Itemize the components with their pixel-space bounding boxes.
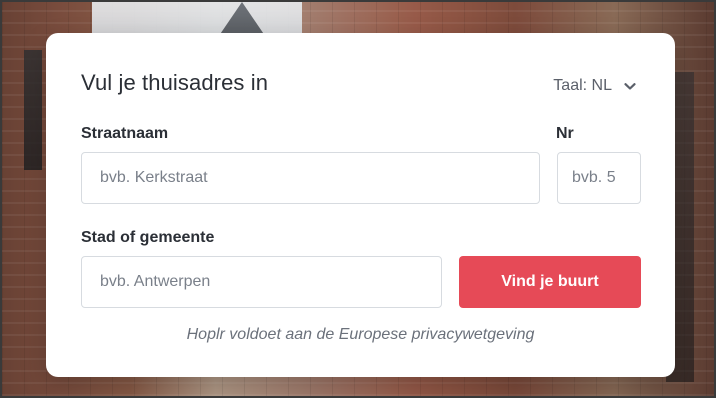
city-input[interactable] <box>81 256 442 308</box>
chevron-down-icon <box>622 78 638 94</box>
background-window <box>24 50 42 170</box>
address-card: Vul je thuisadres in Taal: NL Straatnaam… <box>46 33 675 377</box>
find-neighborhood-button[interactable]: Vind je buurt <box>459 256 641 308</box>
number-label: Nr <box>556 125 574 142</box>
privacy-note: Hoplr voldoet aan de Europese privacywet… <box>186 326 535 343</box>
language-selector[interactable]: Taal: NL <box>553 77 638 95</box>
street-input[interactable] <box>81 152 540 204</box>
card-title: Vul je thuisadres in <box>81 70 269 95</box>
language-label: Taal: NL <box>553 77 612 94</box>
street-label: Straatnaam <box>81 125 169 142</box>
city-label: Stad of gemeente <box>81 229 215 246</box>
screenshot-frame: Vul je thuisadres in Taal: NL Straatnaam… <box>0 0 716 398</box>
house-number-input[interactable] <box>557 152 641 204</box>
